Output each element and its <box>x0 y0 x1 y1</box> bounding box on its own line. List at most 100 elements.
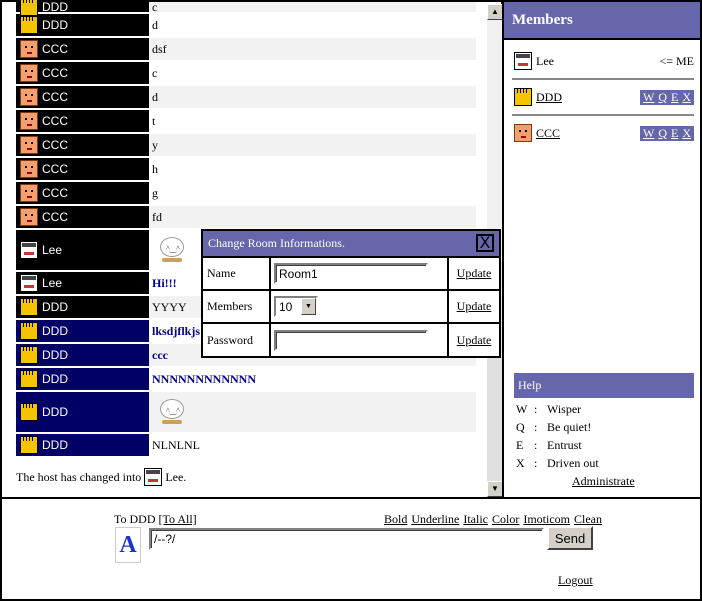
help-text: Driven out <box>547 456 599 470</box>
help-line: X: Driven out <box>516 456 599 471</box>
lee-avatar-icon <box>514 52 532 70</box>
scroll-up-icon[interactable]: ▲ <box>487 4 503 20</box>
chat-user-name: CCC <box>42 186 68 200</box>
emoticon-icon: ^‿^ <box>152 233 188 267</box>
chat-user-cell: DDD <box>16 434 149 456</box>
administrate-link[interactable]: Administrate <box>572 474 635 489</box>
chat-row: DDD ^‿^ <box>16 392 476 434</box>
chat-user-cell: CCC <box>16 86 149 108</box>
help-colon: : <box>534 420 538 434</box>
ccc-avatar-icon <box>20 184 38 202</box>
update-password-link[interactable]: Update <box>449 324 499 357</box>
chat-user-cell: Lee <box>16 230 149 270</box>
chat-user-cell: CCC <box>16 182 149 204</box>
quiet-action[interactable]: Q <box>658 126 667 141</box>
ccc-avatar-icon <box>20 40 38 58</box>
chat-user-cell: DDD <box>16 14 149 36</box>
help-key: W <box>516 402 528 416</box>
message-input[interactable] <box>149 528 544 550</box>
member-actions: W Q E X <box>639 125 694 141</box>
chat-row: CCC t <box>16 110 476 134</box>
scroll-down-icon[interactable]: ▼ <box>487 481 503 497</box>
clean-link[interactable]: Clean <box>574 512 602 527</box>
chat-message: g <box>149 182 476 204</box>
chat-message-text: d <box>152 17 158 32</box>
help-key: X <box>516 456 525 470</box>
chat-message: d <box>149 14 476 36</box>
chat-user-cell: DDD <box>16 392 149 432</box>
ccc-avatar-icon <box>514 124 532 142</box>
system-text: The host has changed into <box>16 469 142 484</box>
entrust-action[interactable]: E <box>671 90 678 105</box>
entrust-action[interactable]: E <box>671 126 678 141</box>
help-text: Entrust <box>547 438 582 452</box>
password-input[interactable] <box>274 330 428 351</box>
chat-message-text: fd <box>152 209 162 224</box>
room-name-input[interactable] <box>274 263 428 284</box>
chat-message-text: NNNNNNNNNNNN <box>152 371 256 386</box>
chat-row: DDD d <box>16 14 476 38</box>
logout-link[interactable]: Logout <box>558 573 593 588</box>
member-name-link[interactable]: DDD <box>536 90 562 105</box>
member-ddd: DDD W Q E X <box>512 85 694 109</box>
help-text: Be quiet! <box>547 420 592 434</box>
font-style-icon[interactable]: A <box>115 527 141 563</box>
chat-row: CCC c <box>16 62 476 86</box>
member-name-link[interactable]: CCC <box>536 126 560 141</box>
member-name: Lee <box>536 53 554 68</box>
password-row: Password Update <box>203 324 499 357</box>
chat-user-name: DDD <box>42 405 68 419</box>
ddd-avatar-icon <box>20 0 38 16</box>
help-colon: : <box>534 438 538 452</box>
ddd-avatar-icon <box>514 88 532 106</box>
help-colon: : <box>534 402 538 416</box>
chat-message-text: y <box>152 137 158 152</box>
emoticon-link[interactable]: Imoticom <box>523 512 570 527</box>
update-name-link[interactable]: Update <box>449 258 499 289</box>
underline-link[interactable]: Underline <box>411 512 459 527</box>
chat-message: t <box>149 110 476 132</box>
lee-avatar-icon <box>20 241 38 259</box>
italic-link[interactable]: Italic <box>463 512 488 527</box>
driveout-action[interactable]: X <box>682 90 691 105</box>
system-message: The host has changed into Lee. <box>16 468 186 486</box>
chat-user-name: DDD <box>42 300 68 314</box>
chat-user-cell: DDD <box>16 0 149 16</box>
bold-link[interactable]: Bold <box>384 512 407 527</box>
help-key: Q <box>516 420 525 434</box>
ccc-avatar-icon <box>20 136 38 154</box>
driveout-action[interactable]: X <box>682 126 691 141</box>
chat-user-name: DDD <box>42 324 68 338</box>
ddd-avatar-icon <box>20 403 38 421</box>
wisper-action[interactable]: W <box>643 126 654 141</box>
members-select[interactable]: 10 ▼ <box>274 296 318 317</box>
chat-message-text: d <box>152 89 158 104</box>
close-icon[interactable]: X <box>476 234 494 252</box>
chat-message-text: g <box>152 185 158 200</box>
send-button[interactable]: Send <box>547 526 593 550</box>
system-user: Lee. <box>165 469 187 484</box>
chat-user-name: DDD <box>42 438 68 452</box>
ccc-avatar-icon <box>20 208 38 226</box>
ccc-avatar-icon <box>20 88 38 106</box>
chat-message: dsf <box>149 38 476 60</box>
chat-user-cell: DDD <box>16 296 149 318</box>
password-label: Password <box>203 324 271 357</box>
chat-message-text: ccc <box>152 347 168 362</box>
scroll-thumb[interactable] <box>487 20 503 260</box>
chat-user-name: Lee <box>42 276 63 290</box>
lee-avatar-icon <box>20 274 38 292</box>
color-link[interactable]: Color <box>492 512 519 527</box>
recipient-label: To DDD <box>114 512 156 526</box>
update-members-link[interactable]: Update <box>449 291 499 322</box>
chat-row: CCC dsf <box>16 38 476 62</box>
quiet-action[interactable]: Q <box>658 90 667 105</box>
chevron-down-icon[interactable]: ▼ <box>301 298 316 315</box>
chat-user-name: CCC <box>42 162 68 176</box>
chat-row: CCC fd <box>16 206 476 230</box>
chat-row: DDD NLNLNL <box>16 434 476 458</box>
wisper-action[interactable]: W <box>643 90 654 105</box>
ddd-avatar-icon <box>20 370 38 388</box>
to-all-link[interactable]: [To All] <box>159 512 197 526</box>
recipient-line: To DDD [To All] <box>114 512 197 527</box>
